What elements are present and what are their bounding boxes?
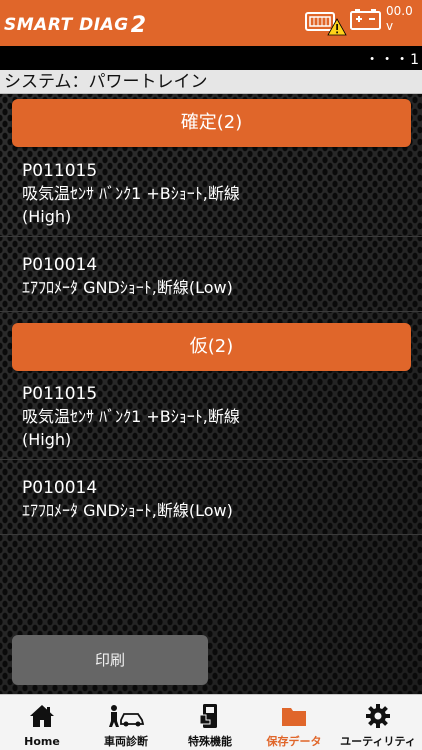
bottom-tab-bar: Home 車両診断 特殊機能 保存データ ユーティリティ (0, 694, 422, 750)
car-diagnosis-icon (84, 703, 168, 729)
dtc-list-item[interactable]: P011015 吸気温ｾﾝｻ ﾊﾞﾝｸ1 +Bｼｮｰﾄ,断線 (High) (0, 383, 422, 460)
tab-home[interactable]: Home (0, 695, 84, 750)
connection-warning-icon[interactable] (305, 7, 347, 39)
app-logo: SMART DIAG2 (4, 13, 147, 38)
home-icon (0, 703, 84, 729)
status-strip: ・・・1 (0, 46, 422, 70)
tab-special-functions[interactable]: 特殊機能 (168, 695, 252, 750)
folder-icon (252, 703, 336, 729)
special-function-icon (168, 703, 252, 729)
voltage-readout: 00.0 v (386, 4, 413, 33)
battery-icon (350, 7, 382, 33)
provisional-section-header[interactable]: 仮(2) (12, 323, 411, 371)
dtc-description: 吸気温ｾﾝｻ ﾊﾞﾝｸ1 +Bｼｮｰﾄ,断線 (High) (22, 184, 240, 226)
gear-icon (336, 703, 420, 729)
system-label: システム：パワートレイン (4, 72, 208, 92)
dtc-description: ｴｱﾌﾛﾒｰﾀ GNDｼｮｰﾄ,断線(Low) (22, 278, 233, 297)
tab-saved-data[interactable]: 保存データ (252, 695, 336, 750)
dtc-code: P011015 (22, 161, 98, 181)
confirmed-section-header[interactable]: 確定(2) (12, 99, 411, 147)
print-button[interactable]: 印刷 (12, 635, 208, 685)
dtc-list-item[interactable]: P011015 吸気温ｾﾝｻ ﾊﾞﾝｸ1 +Bｼｮｰﾄ,断線 (High) (0, 160, 422, 237)
dtc-code: P011015 (22, 384, 98, 404)
system-bar: システム：パワートレイン (0, 70, 422, 94)
dtc-list-item[interactable]: P010014 ｴｱﾌﾛﾒｰﾀ GNDｼｮｰﾄ,断線(Low) (0, 477, 422, 535)
app-header: SMART DIAG2 00.0 v (0, 0, 422, 46)
dtc-description: ｴｱﾌﾛﾒｰﾀ GNDｼｮｰﾄ,断線(Low) (22, 501, 233, 520)
dtc-description: 吸気温ｾﾝｻ ﾊﾞﾝｸ1 +Bｼｮｰﾄ,断線 (High) (22, 407, 240, 449)
tab-utility[interactable]: ユーティリティ (336, 695, 422, 750)
progress-dots: ・・・1 (365, 52, 420, 68)
dtc-list-item[interactable]: P010014 ｴｱﾌﾛﾒｰﾀ GNDｼｮｰﾄ,断線(Low) (0, 254, 422, 312)
dtc-code: P010014 (22, 478, 98, 498)
dtc-code: P010014 (22, 255, 98, 275)
tab-vehicle-diagnosis[interactable]: 車両診断 (84, 695, 168, 750)
